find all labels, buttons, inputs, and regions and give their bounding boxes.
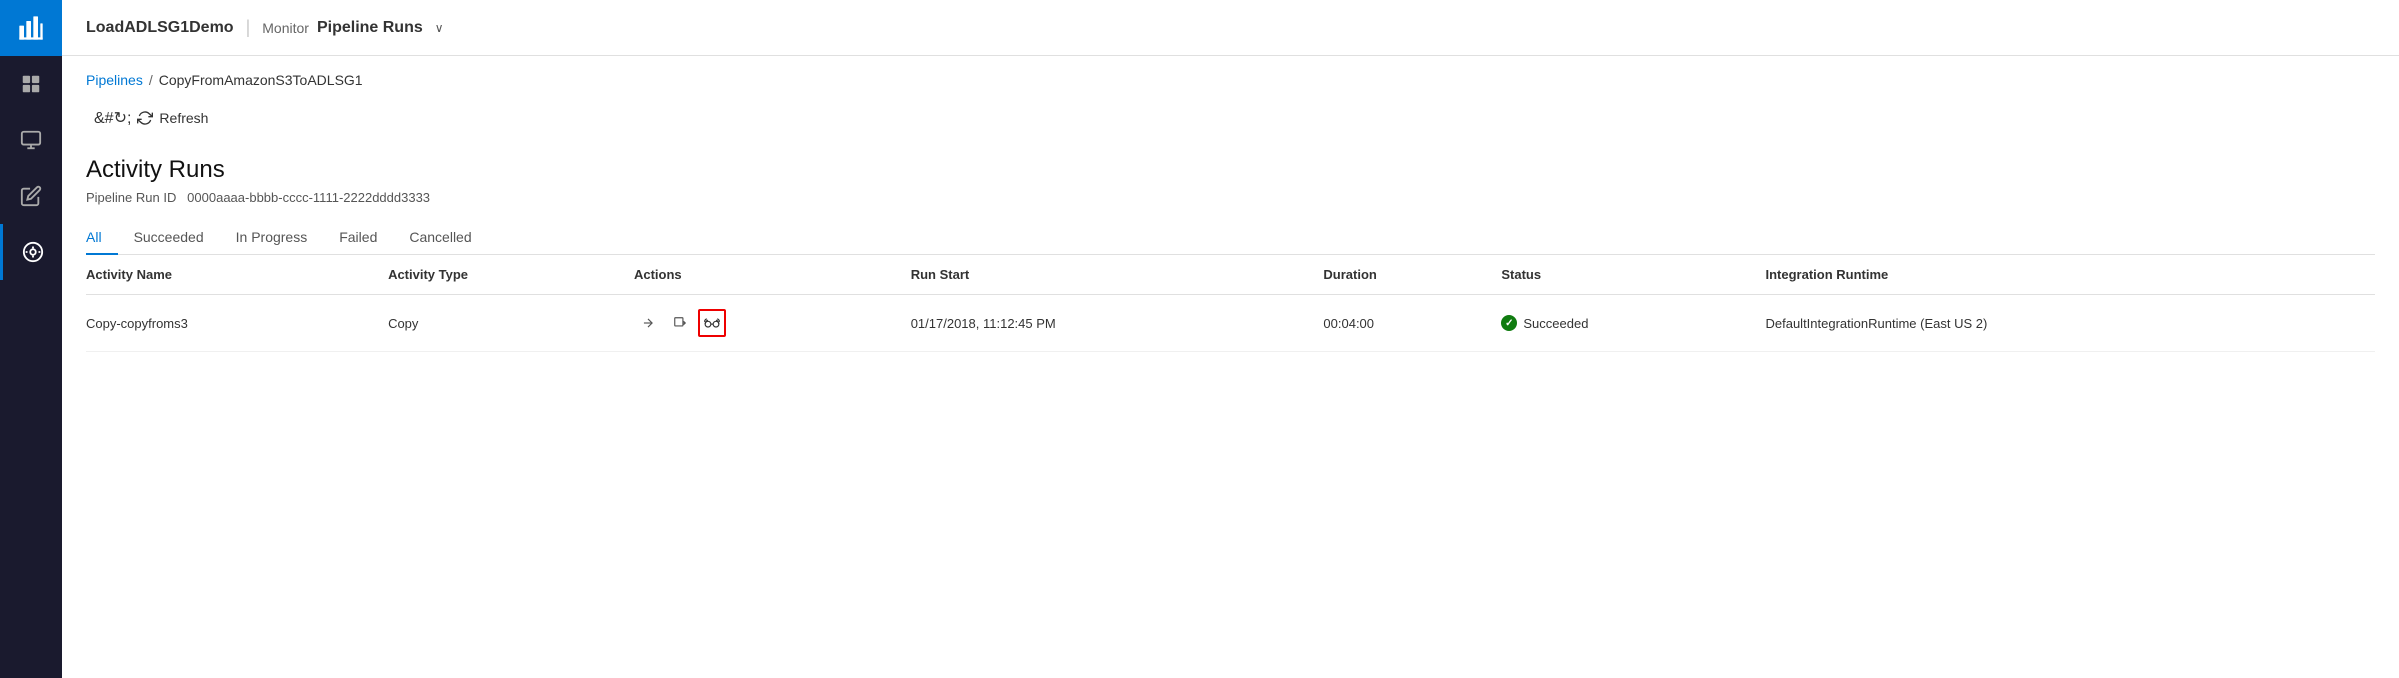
- table-row: Copy-copyfroms3 Copy: [86, 295, 2375, 352]
- refresh-button[interactable]: &#↻; Refresh: [86, 104, 216, 132]
- output-arrow-icon: [673, 316, 687, 330]
- section-title: Activity Runs: [86, 156, 2375, 184]
- refresh-icon: &#↻;: [94, 108, 131, 128]
- gauge-icon: [22, 241, 44, 263]
- breadcrumb-pipelines-link[interactable]: Pipelines: [86, 72, 143, 88]
- arrow-right-icon: [641, 316, 655, 330]
- sidebar: [0, 0, 62, 678]
- col-actions: Actions: [634, 255, 911, 295]
- tab-all[interactable]: All: [86, 221, 118, 255]
- pipeline-run-label: Pipeline Run ID: [86, 190, 176, 205]
- breadcrumb: Pipelines / CopyFromAmazonS3ToADLSG1: [86, 72, 2375, 88]
- breadcrumb-separator: /: [149, 72, 153, 88]
- cell-actions: [634, 295, 911, 352]
- status-badge: Succeeded: [1501, 315, 1749, 331]
- details-action-icon[interactable]: [698, 309, 726, 337]
- filter-tabs: All Succeeded In Progress Failed Cancell…: [86, 221, 2375, 255]
- output-action-icon[interactable]: [666, 309, 694, 337]
- chevron-down-icon[interactable]: ∨: [435, 21, 444, 35]
- breadcrumb-current-pipeline: CopyFromAmazonS3ToADLSG1: [159, 72, 363, 88]
- tab-failed[interactable]: Failed: [323, 221, 393, 255]
- col-activity-name: Activity Name: [86, 255, 388, 295]
- header: LoadADLSG1Demo | Monitor Pipeline Runs ∨: [62, 0, 2399, 56]
- main-area: LoadADLSG1Demo | Monitor Pipeline Runs ∨…: [62, 0, 2399, 678]
- glasses-icon: [704, 316, 720, 330]
- col-run-start: Run Start: [911, 255, 1324, 295]
- cell-status: Succeeded: [1501, 295, 1765, 352]
- sidebar-item-monitor[interactable]: [0, 112, 62, 168]
- pipeline-run-id: Pipeline Run ID 0000aaaa-bbbb-cccc-1111-…: [86, 190, 2375, 205]
- success-dot-icon: [1501, 315, 1517, 331]
- factory-icon: [17, 14, 45, 42]
- action-icons-group: [634, 309, 895, 337]
- cell-activity-type: Copy: [388, 295, 634, 352]
- activity-runs-table: Activity Name Activity Type Actions Run …: [86, 255, 2375, 352]
- cell-duration: 00:04:00: [1323, 295, 1501, 352]
- header-separator: |: [246, 17, 251, 38]
- tab-cancelled[interactable]: Cancelled: [393, 221, 487, 255]
- tab-succeeded[interactable]: Succeeded: [118, 221, 220, 255]
- dashboard-icon: [20, 73, 42, 95]
- table-header-row: Activity Name Activity Type Actions Run …: [86, 255, 2375, 295]
- col-duration: Duration: [1323, 255, 1501, 295]
- header-page-title: Pipeline Runs: [317, 19, 423, 37]
- monitor-icon: [20, 129, 42, 151]
- header-nav: Monitor: [262, 20, 309, 36]
- col-status: Status: [1501, 255, 1765, 295]
- tab-inprogress[interactable]: In Progress: [220, 221, 324, 255]
- sidebar-item-activity[interactable]: [0, 224, 62, 280]
- cell-activity-name: Copy-copyfroms3: [86, 295, 388, 352]
- refresh-label: Refresh: [159, 110, 208, 126]
- refresh-spin-icon: [137, 110, 153, 126]
- app-logo: [0, 0, 62, 56]
- sidebar-item-author[interactable]: [0, 168, 62, 224]
- col-activity-type: Activity Type: [388, 255, 634, 295]
- col-integration-runtime: Integration Runtime: [1765, 255, 2375, 295]
- app-name: LoadADLSG1Demo: [86, 19, 234, 37]
- pipeline-action-icon[interactable]: [634, 309, 662, 337]
- content-area: Pipelines / CopyFromAmazonS3ToADLSG1 &#↻…: [62, 56, 2399, 678]
- cell-integration-runtime: DefaultIntegrationRuntime (East US 2): [1765, 295, 2375, 352]
- sidebar-item-dashboard[interactable]: [0, 56, 62, 112]
- status-text: Succeeded: [1523, 316, 1588, 331]
- cell-run-start: 01/17/2018, 11:12:45 PM: [911, 295, 1324, 352]
- pencil-icon: [20, 185, 42, 207]
- pipeline-run-id-value: 0000aaaa-bbbb-cccc-1111-2222dddd3333: [187, 190, 430, 205]
